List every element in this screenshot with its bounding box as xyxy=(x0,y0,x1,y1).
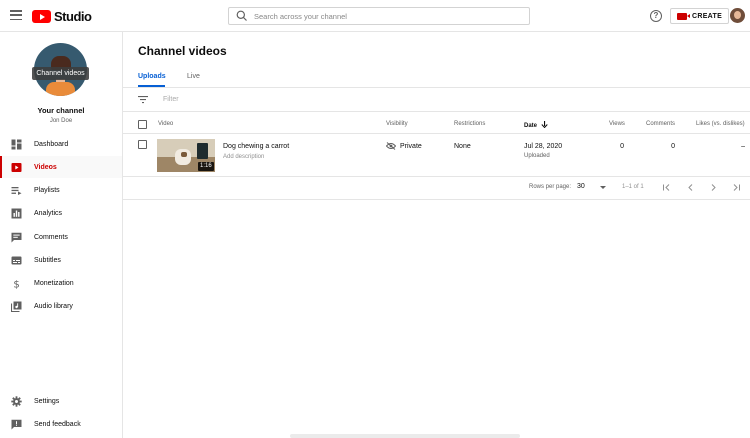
visibility-selector[interactable]: Private xyxy=(386,142,422,150)
visibility-value: Private xyxy=(400,142,422,150)
row-checkbox[interactable] xyxy=(138,140,147,149)
account-avatar[interactable] xyxy=(730,8,745,23)
column-header-date-label: Date xyxy=(524,123,538,129)
sort-arrow-down-icon xyxy=(541,121,548,129)
column-header-comments: Comments xyxy=(646,121,676,127)
views-value: 0 xyxy=(620,143,624,150)
date-value: Jul 28, 2020 xyxy=(524,143,563,150)
column-header-video: Video xyxy=(158,121,174,127)
subtitles-icon xyxy=(11,256,22,264)
video-camera-icon xyxy=(677,12,690,20)
divider xyxy=(123,133,750,134)
comments-icon xyxy=(11,232,22,242)
sidebar-item-videos[interactable]: Videos xyxy=(0,156,122,178)
sidebar-item-label: Dashboard xyxy=(34,140,69,148)
video-description[interactable]: Add description xyxy=(223,154,264,160)
comments-value: 0 xyxy=(671,143,675,150)
sidebar-item-label: Settings xyxy=(34,397,60,405)
divider xyxy=(123,199,750,200)
create-label: CREATE xyxy=(692,12,723,20)
sidebar-item-label: Videos xyxy=(34,163,57,171)
next-page-icon[interactable] xyxy=(709,183,718,192)
sidebar-item-label: Audio library xyxy=(34,302,73,310)
search-box[interactable] xyxy=(228,7,530,25)
filter-input[interactable]: Filter xyxy=(163,96,179,103)
sidebar-item-label: Send feedback xyxy=(34,420,81,428)
help-icon[interactable]: ? xyxy=(650,10,662,22)
previous-page-icon[interactable] xyxy=(686,183,695,192)
search-icon xyxy=(236,10,247,21)
search-input[interactable] xyxy=(254,11,514,21)
sidebar-item-settings[interactable]: Settings xyxy=(0,390,122,412)
avatar-tooltip: Channel videos xyxy=(32,67,89,80)
rows-per-page-label: Rows per page: xyxy=(529,184,572,190)
svg-text:$: $ xyxy=(13,279,19,289)
divider xyxy=(123,176,750,177)
feedback-icon xyxy=(11,419,22,429)
audio-library-icon xyxy=(11,301,22,312)
youtube-logo-icon xyxy=(32,10,51,23)
bottom-scroll-shadow xyxy=(290,434,520,438)
videos-icon xyxy=(11,162,22,172)
column-header-visibility: Visibility xyxy=(386,121,408,127)
sidebar-item-dashboard[interactable]: Dashboard xyxy=(0,133,122,155)
settings-icon xyxy=(11,395,22,407)
sidebar-item-label: Analytics xyxy=(34,209,63,217)
tab-uploads[interactable]: Uploads xyxy=(138,73,166,80)
column-header-views: Views xyxy=(609,121,625,127)
sidebar-item-subtitles[interactable]: Subtitles xyxy=(0,249,122,271)
likes-value: – xyxy=(741,143,745,150)
page-title: Channel videos xyxy=(138,44,227,58)
channel-owner: Jon Doe xyxy=(49,118,73,124)
first-page-icon[interactable] xyxy=(662,183,671,192)
sidebar-item-monetization[interactable]: $ Monetization xyxy=(0,272,122,294)
rows-per-page-select[interactable]: 30 xyxy=(577,183,585,190)
column-header-date[interactable]: Date xyxy=(524,121,548,129)
playlists-icon xyxy=(11,186,22,195)
column-header-restrictions: Restrictions xyxy=(454,121,486,127)
tab-live[interactable]: Live xyxy=(187,73,200,80)
sidebar-item-label: Subtitles xyxy=(34,256,61,264)
create-button[interactable]: CREATE xyxy=(670,8,730,24)
studio-logo[interactable]: Studio xyxy=(32,9,92,24)
sidebar-item-audio-library[interactable]: Audio library xyxy=(0,295,122,317)
video-title[interactable]: Dog chewing a carrot xyxy=(223,143,289,150)
last-page-icon[interactable] xyxy=(732,183,741,192)
dashboard-icon xyxy=(11,139,22,149)
menu-icon[interactable] xyxy=(10,10,22,21)
video-duration: 1:16 xyxy=(198,162,214,171)
analytics-icon xyxy=(11,208,22,218)
top-bar: Studio ? CREATE xyxy=(0,0,750,32)
sidebar-item-analytics[interactable]: Analytics xyxy=(0,202,122,224)
divider xyxy=(123,87,750,88)
sidebar: Channel videos Your channel Jon Doe Dash… xyxy=(0,32,123,438)
divider xyxy=(123,111,750,112)
sidebar-item-send-feedback[interactable]: Send feedback xyxy=(0,413,122,435)
restrictions-value: None xyxy=(454,143,471,150)
sidebar-item-playlists[interactable]: Playlists xyxy=(0,179,122,201)
pagination-range: 1–1 of 1 xyxy=(622,184,644,190)
filter-icon[interactable] xyxy=(138,95,148,104)
brand-label: Studio xyxy=(54,9,92,24)
monetization-icon: $ xyxy=(13,279,19,289)
channel-title: Your channel xyxy=(37,106,85,115)
dropdown-caret-icon[interactable] xyxy=(600,186,606,189)
sidebar-item-label: Comments xyxy=(34,233,68,241)
select-all-checkbox[interactable] xyxy=(138,120,147,129)
sidebar-item-comments[interactable]: Comments xyxy=(0,226,122,248)
eye-off-icon xyxy=(386,142,396,150)
date-status: Uploaded xyxy=(524,153,550,159)
sidebar-item-label: Playlists xyxy=(34,186,60,194)
column-header-likes: Likes (vs. dislikes) xyxy=(696,121,745,127)
sidebar-item-label: Monetization xyxy=(34,279,74,287)
